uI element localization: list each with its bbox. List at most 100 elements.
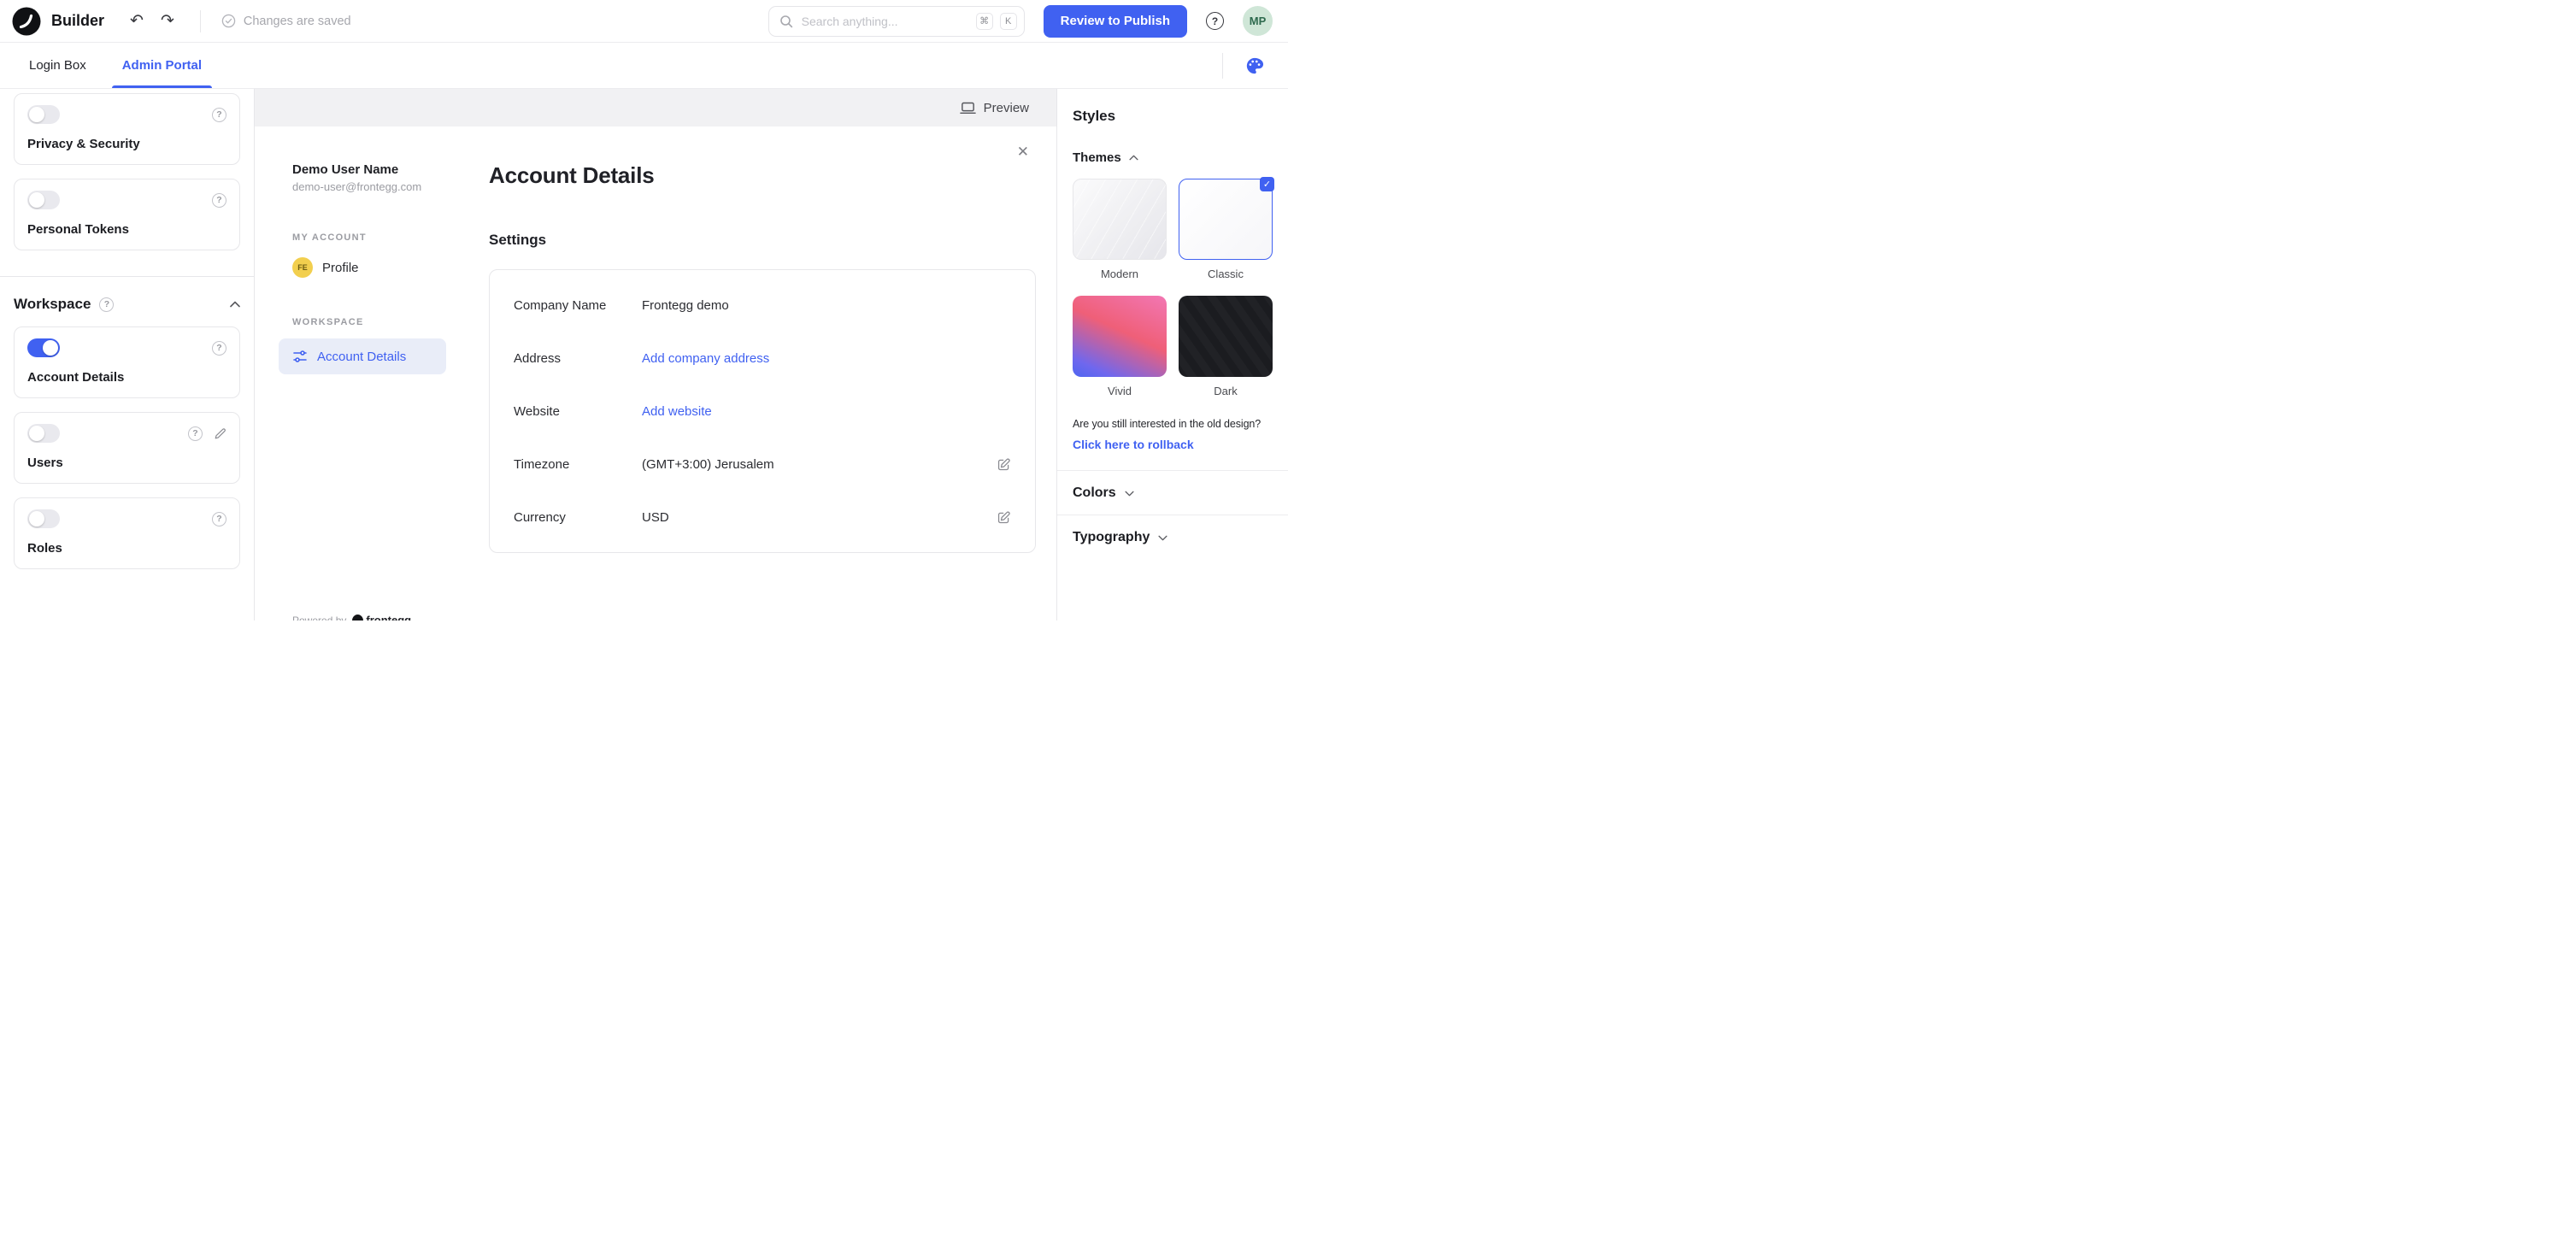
cmd-key-badge: ⌘ <box>976 13 993 30</box>
feature-card-account-details: ? Account Details <box>14 326 240 398</box>
chevron-up-icon <box>1129 155 1138 161</box>
portal-user-name: Demo User Name <box>292 162 470 177</box>
theme-label: Dark <box>1179 385 1273 397</box>
themes-collapse-header[interactable]: Themes <box>1073 150 1273 165</box>
portal-user: Demo User Name demo-user@frontegg.com <box>292 162 470 193</box>
themes-title: Themes <box>1073 150 1121 165</box>
portal-nav: Demo User Name demo-user@frontegg.com MY… <box>255 162 470 620</box>
user-avatar[interactable]: MP <box>1243 6 1273 36</box>
search-icon <box>779 15 793 28</box>
help-tooltip-icon[interactable]: ? <box>188 426 203 441</box>
topbar: Builder ↶ ↷ Changes are saved ⌘ K Review… <box>0 0 1288 43</box>
workspace-section-header: Workspace ? <box>0 296 254 313</box>
colors-title: Colors <box>1073 485 1116 501</box>
nav-item-account-details[interactable]: Account Details <box>279 338 446 374</box>
help-icon[interactable]: ? <box>1206 12 1224 30</box>
styles-title: Styles <box>1073 108 1273 125</box>
add-company-address-link[interactable]: Add company address <box>642 351 769 366</box>
theme-thumbnail-classic: ✓ <box>1179 179 1273 260</box>
chevron-up-icon[interactable] <box>230 301 240 308</box>
typography-title: Typography <box>1073 530 1150 545</box>
field-value: (GMT+3:00) Jerusalem <box>642 457 774 472</box>
nav-item-label: Profile <box>322 261 359 275</box>
theme-option-modern[interactable]: Modern <box>1073 179 1167 280</box>
review-to-publish-button[interactable]: Review to Publish <box>1044 5 1187 38</box>
help-tooltip-icon[interactable]: ? <box>99 297 114 312</box>
nav-item-profile[interactable]: FE Profile <box>292 257 470 278</box>
feature-card-roles: ? Roles <box>14 497 240 569</box>
add-website-link[interactable]: Add website <box>642 404 712 419</box>
colors-collapse-header[interactable]: Colors <box>1073 471 1273 515</box>
card-label: Users <box>27 456 226 470</box>
card-label: Privacy & Security <box>27 137 226 151</box>
theme-thumbnail-dark <box>1179 296 1273 377</box>
profile-avatar: FE <box>292 257 313 278</box>
theme-label: Modern <box>1073 268 1167 280</box>
divider <box>1222 53 1223 79</box>
tabs-right <box>1222 43 1288 88</box>
theme-option-dark[interactable]: Dark <box>1179 296 1273 397</box>
powered-by-label: Powered by <box>292 615 346 621</box>
theme-label: Vivid <box>1073 385 1167 397</box>
portal-user-email: demo-user@frontegg.com <box>292 180 470 193</box>
theme-option-classic[interactable]: ✓ Classic <box>1179 179 1273 280</box>
edit-pencil-icon[interactable] <box>214 427 226 440</box>
question-glyph: ? <box>104 299 109 309</box>
theme-option-vivid[interactable]: Vivid <box>1073 296 1167 397</box>
field-row-website: Website Add website <box>490 385 1035 438</box>
personal-tokens-toggle[interactable] <box>27 191 60 209</box>
chevron-down-icon <box>1125 491 1134 497</box>
rollback-question: Are you still interested in the old desi… <box>1073 418 1273 430</box>
settings-section-title: Settings <box>489 232 1036 249</box>
tab-login-box[interactable]: Login Box <box>26 43 90 88</box>
edit-icon[interactable] <box>997 510 1011 525</box>
undo-button[interactable]: ↶ <box>125 11 149 31</box>
preview-column: Preview ✕ Demo User Name demo-user@front… <box>255 89 1056 620</box>
selected-check-icon: ✓ <box>1260 177 1274 191</box>
preview-label: Preview <box>984 101 1029 115</box>
question-glyph: ? <box>192 428 197 438</box>
preview-button[interactable]: Preview <box>955 100 1034 116</box>
help-tooltip-icon[interactable]: ? <box>212 193 226 208</box>
roles-toggle[interactable] <box>27 509 60 528</box>
palette-icon[interactable] <box>1245 56 1264 75</box>
frontegg-wordmark: frontegg <box>352 614 411 620</box>
help-tooltip-icon[interactable]: ? <box>212 108 226 122</box>
tab-admin-portal[interactable]: Admin Portal <box>119 43 205 88</box>
search-input[interactable] <box>800 14 969 29</box>
feature-card-personal-tokens: ? Personal Tokens <box>14 179 240 250</box>
card-label: Roles <box>27 541 226 556</box>
toggle-knob <box>29 107 44 122</box>
edit-icon[interactable] <box>997 457 1011 472</box>
toggle-knob <box>29 192 44 208</box>
toggle-knob <box>29 426 44 441</box>
chevron-down-icon <box>1158 535 1167 541</box>
nav-section-title: WORKSPACE <box>292 317 470 327</box>
field-value: Frontegg demo <box>642 298 729 313</box>
help-tooltip-icon[interactable]: ? <box>212 512 226 526</box>
theme-thumbnail-modern <box>1073 179 1167 260</box>
styles-panel: Styles Themes Modern ✓ Classic <box>1056 89 1288 620</box>
field-row-timezone: Timezone (GMT+3:00) Jerusalem <box>490 438 1035 491</box>
monitor-icon <box>960 102 976 115</box>
k-key-badge: K <box>1000 13 1017 30</box>
redo-button[interactable]: ↷ <box>156 11 179 31</box>
product-tabs: Login Box Admin Portal <box>0 43 1288 89</box>
users-toggle[interactable] <box>27 424 60 443</box>
search-box[interactable]: ⌘ K <box>768 6 1025 37</box>
portal-main: Account Details Settings Company Name Fr… <box>470 162 1056 620</box>
rollback-link[interactable]: Click here to rollback <box>1073 438 1194 451</box>
field-row-currency: Currency USD <box>490 491 1035 544</box>
typography-collapse-header[interactable]: Typography <box>1073 515 1273 559</box>
toggle-knob <box>43 340 58 356</box>
topbar-left: Builder ↶ ↷ Changes are saved <box>12 7 351 36</box>
privacy-security-toggle[interactable] <box>27 105 60 124</box>
powered-by: Powered by frontegg <box>292 614 411 620</box>
app-title: Builder <box>51 12 104 30</box>
account-details-toggle[interactable] <box>27 338 60 357</box>
help-tooltip-icon[interactable]: ? <box>212 341 226 356</box>
close-icon[interactable]: ✕ <box>1012 144 1034 160</box>
content: ? Privacy & Security ? Personal Tokens W… <box>0 89 1288 620</box>
workspace-section: Workspace ? ? Account Details <box>0 276 254 569</box>
question-glyph: ? <box>1212 15 1218 27</box>
